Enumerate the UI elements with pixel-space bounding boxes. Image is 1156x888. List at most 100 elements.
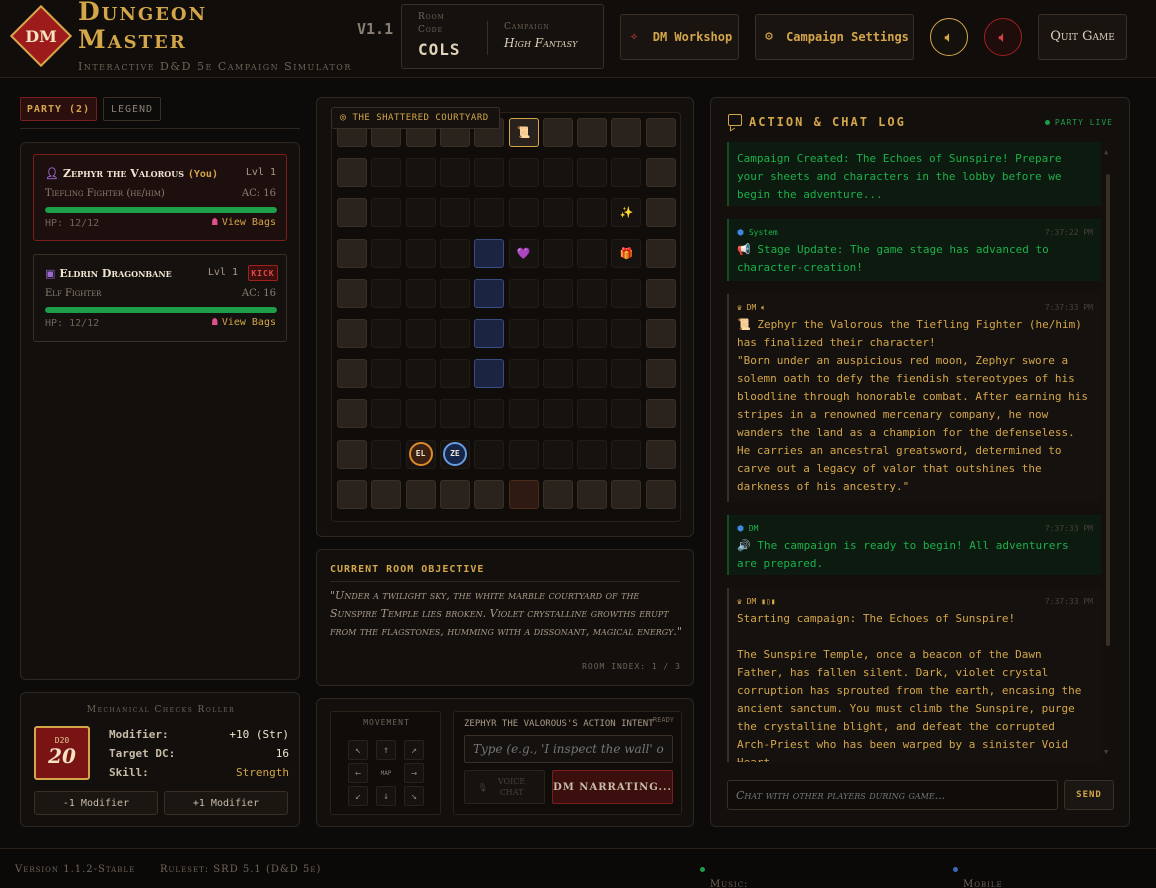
decrease-modifier-button[interactable]: -1 Modifier bbox=[34, 791, 158, 815]
map-cell[interactable] bbox=[577, 278, 608, 308]
move-right-button[interactable]: → bbox=[404, 763, 424, 783]
player-token[interactable]: EL bbox=[408, 441, 433, 466]
map-cell[interactable] bbox=[439, 198, 470, 228]
map-cell[interactable] bbox=[439, 319, 470, 348]
quit-game-button[interactable]: Quit Game bbox=[1038, 14, 1127, 60]
map-cell[interactable] bbox=[508, 319, 539, 348]
map-cell[interactable] bbox=[542, 399, 573, 429]
map-cell[interactable] bbox=[474, 238, 505, 268]
map-cell[interactable] bbox=[337, 319, 367, 348]
map-cell[interactable] bbox=[439, 479, 470, 509]
music-toggle-button[interactable]: 🔈︎ bbox=[984, 18, 1022, 56]
map-cell[interactable] bbox=[611, 118, 642, 147]
map-cell[interactable] bbox=[405, 198, 436, 228]
map-cell[interactable] bbox=[371, 278, 402, 308]
map-cell[interactable] bbox=[645, 198, 676, 228]
map-cell[interactable] bbox=[337, 439, 367, 469]
audio-bars-icon[interactable]: ▮▯▮ bbox=[761, 597, 775, 606]
map-cell[interactable] bbox=[371, 439, 402, 469]
map-cell[interactable] bbox=[611, 158, 642, 188]
map-cell[interactable] bbox=[645, 278, 676, 308]
map-cell[interactable] bbox=[474, 158, 505, 188]
map-cell[interactable] bbox=[439, 278, 470, 308]
map-cell[interactable] bbox=[645, 118, 676, 147]
map-cell[interactable]: ✨ bbox=[611, 198, 642, 228]
move-down-button[interactable]: ↓ bbox=[376, 786, 396, 806]
map-cell[interactable] bbox=[645, 319, 676, 348]
map-cell[interactable] bbox=[337, 479, 367, 509]
map-cell[interactable] bbox=[577, 238, 608, 268]
map-cell[interactable] bbox=[439, 238, 470, 268]
map-cell[interactable] bbox=[542, 479, 573, 509]
sound-toggle-button[interactable]: 🔈︎ bbox=[930, 18, 968, 56]
map-cell[interactable] bbox=[371, 198, 402, 228]
map-cell[interactable] bbox=[542, 319, 573, 348]
map-cell[interactable] bbox=[371, 238, 402, 268]
tab-legend[interactable]: LEGEND bbox=[103, 97, 161, 121]
map-cell[interactable] bbox=[577, 439, 608, 469]
map-cell[interactable] bbox=[542, 158, 573, 188]
move-down-right-button[interactable]: ↘ bbox=[404, 786, 424, 806]
dm-narrating-button[interactable]: DM NARRATING... bbox=[552, 770, 673, 804]
move-up-left-button[interactable]: ↖ bbox=[348, 740, 368, 760]
map-cell[interactable] bbox=[371, 359, 402, 389]
kick-button[interactable]: KICK bbox=[248, 265, 278, 281]
map-cell[interactable] bbox=[371, 399, 402, 429]
map-cell[interactable] bbox=[542, 118, 573, 147]
view-bags-button[interactable]: ☗ View Bags bbox=[212, 317, 276, 328]
map-cell[interactable] bbox=[439, 399, 470, 429]
map-cell[interactable] bbox=[577, 399, 608, 429]
map-cell[interactable] bbox=[611, 359, 642, 389]
chat-input[interactable] bbox=[727, 780, 1058, 810]
move-up-button[interactable]: ↑ bbox=[376, 740, 396, 760]
d20-die[interactable]: D20 20 bbox=[34, 726, 90, 780]
map-cell[interactable] bbox=[337, 158, 367, 188]
map-cell[interactable] bbox=[371, 158, 402, 188]
move-left-button[interactable]: ← bbox=[348, 763, 368, 783]
map-cell[interactable] bbox=[474, 359, 505, 389]
map-cell[interactable] bbox=[542, 238, 573, 268]
map-cell[interactable] bbox=[474, 439, 505, 469]
map-cell[interactable] bbox=[405, 359, 436, 389]
view-bags-button[interactable]: ☗ View Bags bbox=[212, 217, 276, 228]
party-member-card[interactable]: 👤︎ Zephyr the Valorous (You) Lvl 1 Tiefli… bbox=[33, 154, 287, 241]
map-cell[interactable] bbox=[577, 319, 608, 348]
map-cell[interactable] bbox=[337, 198, 367, 228]
voice-chat-button[interactable]: 🎙︎ VOICE CHAT bbox=[464, 770, 545, 804]
action-intent-input[interactable] bbox=[464, 735, 673, 763]
map-cell[interactable] bbox=[371, 319, 402, 348]
map-cell[interactable] bbox=[611, 319, 642, 348]
map-cell[interactable] bbox=[405, 278, 436, 308]
move-down-left-button[interactable]: ↙ bbox=[348, 786, 368, 806]
party-member-card[interactable]: ▣ Eldrin Dragonbane Lvl 1 KICK Elf Fighte… bbox=[33, 254, 287, 342]
map-cell[interactable] bbox=[337, 238, 367, 268]
map-cell[interactable] bbox=[405, 319, 436, 348]
map-cell[interactable] bbox=[337, 399, 367, 429]
map-cell[interactable] bbox=[508, 359, 539, 389]
map-cell[interactable] bbox=[337, 278, 367, 308]
map-cell[interactable] bbox=[508, 479, 539, 509]
scroll-down-icon[interactable]: ▼ bbox=[1104, 748, 1108, 756]
map-cell[interactable] bbox=[645, 359, 676, 389]
map-cell[interactable] bbox=[577, 359, 608, 389]
map-cell[interactable] bbox=[611, 479, 642, 509]
map-cell[interactable] bbox=[405, 238, 436, 268]
map-cell[interactable] bbox=[508, 198, 539, 228]
map-cell[interactable] bbox=[542, 278, 573, 308]
move-up-right-button[interactable]: ↗ bbox=[404, 740, 424, 760]
map-cell[interactable] bbox=[611, 278, 642, 308]
map-grid[interactable]: 📜 ✨ 💜 🎁 EL ZE bbox=[331, 112, 681, 522]
map-cell[interactable]: 📜 bbox=[508, 118, 539, 147]
map-cell[interactable] bbox=[508, 158, 539, 188]
map-cell[interactable] bbox=[474, 479, 505, 509]
map-cell[interactable] bbox=[508, 399, 539, 429]
map-cell[interactable] bbox=[337, 359, 367, 389]
map-cell[interactable] bbox=[577, 158, 608, 188]
speaker-icon[interactable]: 🔈︎ bbox=[761, 303, 766, 312]
map-cell[interactable] bbox=[577, 118, 608, 147]
map-cell[interactable] bbox=[611, 439, 642, 469]
map-cell[interactable] bbox=[439, 158, 470, 188]
map-cell[interactable] bbox=[474, 399, 505, 429]
map-cell[interactable] bbox=[405, 399, 436, 429]
dm-workshop-button[interactable]: ✧ DM Workshop bbox=[620, 14, 739, 60]
